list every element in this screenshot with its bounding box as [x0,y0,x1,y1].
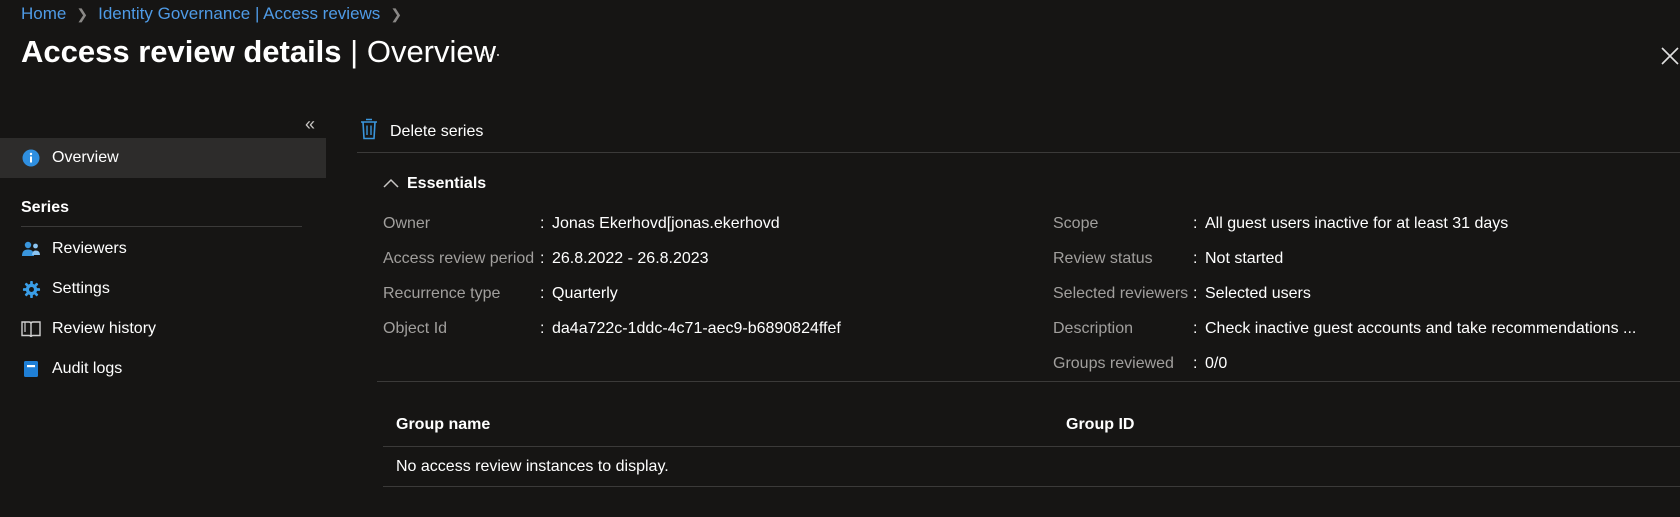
sidebar-item-label: Reviewers [52,240,127,257]
colon: : [1193,215,1198,232]
reviewers-icon [21,239,41,259]
chevron-right-icon: ❯ [390,5,403,22]
delete-series-button[interactable]: Delete series [360,118,483,145]
scope-label: Scope [1053,215,1099,232]
close-icon[interactable] [1660,46,1680,66]
recurrence-type-value: Quarterly [552,285,618,302]
colon: : [540,285,545,302]
page-title-main: Access review details [21,34,342,69]
divider [21,226,302,227]
object-id-value: da4a722c-1ddc-4c71-aec9-b6890824ffef [552,320,841,337]
divider [377,381,1680,382]
colon: : [1193,320,1198,337]
column-header-group-id[interactable]: Group ID [1066,416,1134,434]
sidebar-item-reviewers[interactable]: Reviewers [0,229,326,269]
info-icon [21,148,41,168]
colon: : [1193,355,1198,372]
divider [357,152,1680,153]
essentials-title: Essentials [407,175,487,192]
review-status-value: Not started [1205,250,1284,267]
colon: : [540,250,545,267]
sidebar-item-label: Overview [52,149,119,166]
book-icon [21,319,41,339]
page-title: Access review details | Overview [21,34,496,70]
sidebar-item-audit-logs[interactable]: Audit logs [0,349,326,389]
selected-reviewers-value: Selected users [1205,285,1311,302]
sidebar-item-overview[interactable]: Overview [0,138,326,178]
delete-series-label: Delete series [390,122,484,140]
recurrence-type-label: Recurrence type [383,285,501,302]
owner-label: Owner [383,215,431,232]
chevron-right-icon: ❯ [76,5,89,22]
breadcrumb: Home ❯ Identity Governance | Access revi… [21,4,402,24]
column-header-group-name[interactable]: Group name [396,416,490,434]
more-options-button[interactable]: ··· [481,44,502,65]
scope-value: All guest users inactive for at least 31… [1205,215,1509,232]
sidebar-section-series: Series [21,199,70,216]
essentials-toggle[interactable]: Essentials [383,175,486,193]
colon: : [1193,250,1198,267]
sidebar-item-label: Settings [52,280,110,297]
groups-reviewed-label: Groups reviewed [1053,355,1174,372]
audit-log-icon [21,359,41,379]
divider [383,446,1680,447]
sidebar-item-settings[interactable]: Settings [0,269,326,309]
review-status-label: Review status [1053,250,1153,267]
page-title-sub: Overview [366,34,497,69]
chevron-up-icon [383,175,399,193]
divider [383,486,1680,487]
gear-icon [21,279,41,299]
breadcrumb-home-link[interactable]: Home [21,4,66,24]
sidebar-item-label: Audit logs [52,360,123,377]
owner-value[interactable]: Jonas Ekerhovd[jonas.ekerhovd( [552,215,780,233]
collapse-sidebar-button[interactable]: « [305,114,315,135]
colon: : [540,320,545,337]
breadcrumb-access-reviews-link[interactable]: Identity Governance | Access reviews [98,4,380,24]
sidebar-item-label: Review history [52,320,157,337]
page-title-separator: | [341,34,367,69]
description-value: Check inactive guest accounts and take r… [1205,320,1637,337]
groups-reviewed-value: 0/0 [1205,355,1228,372]
access-review-period-value: 26.8.2022 - 26.8.2023 [552,250,709,267]
trash-icon [360,118,378,145]
colon: : [540,215,545,232]
object-id-label: Object Id [383,320,448,337]
sidebar-item-review-history[interactable]: Review history [0,309,326,349]
description-label: Description [1053,320,1134,337]
colon: : [1193,285,1198,302]
selected-reviewers-label: Selected reviewers [1053,285,1189,302]
access-review-period-label: Access review period [383,250,535,267]
table-empty-message: No access review instances to display. [396,458,669,475]
